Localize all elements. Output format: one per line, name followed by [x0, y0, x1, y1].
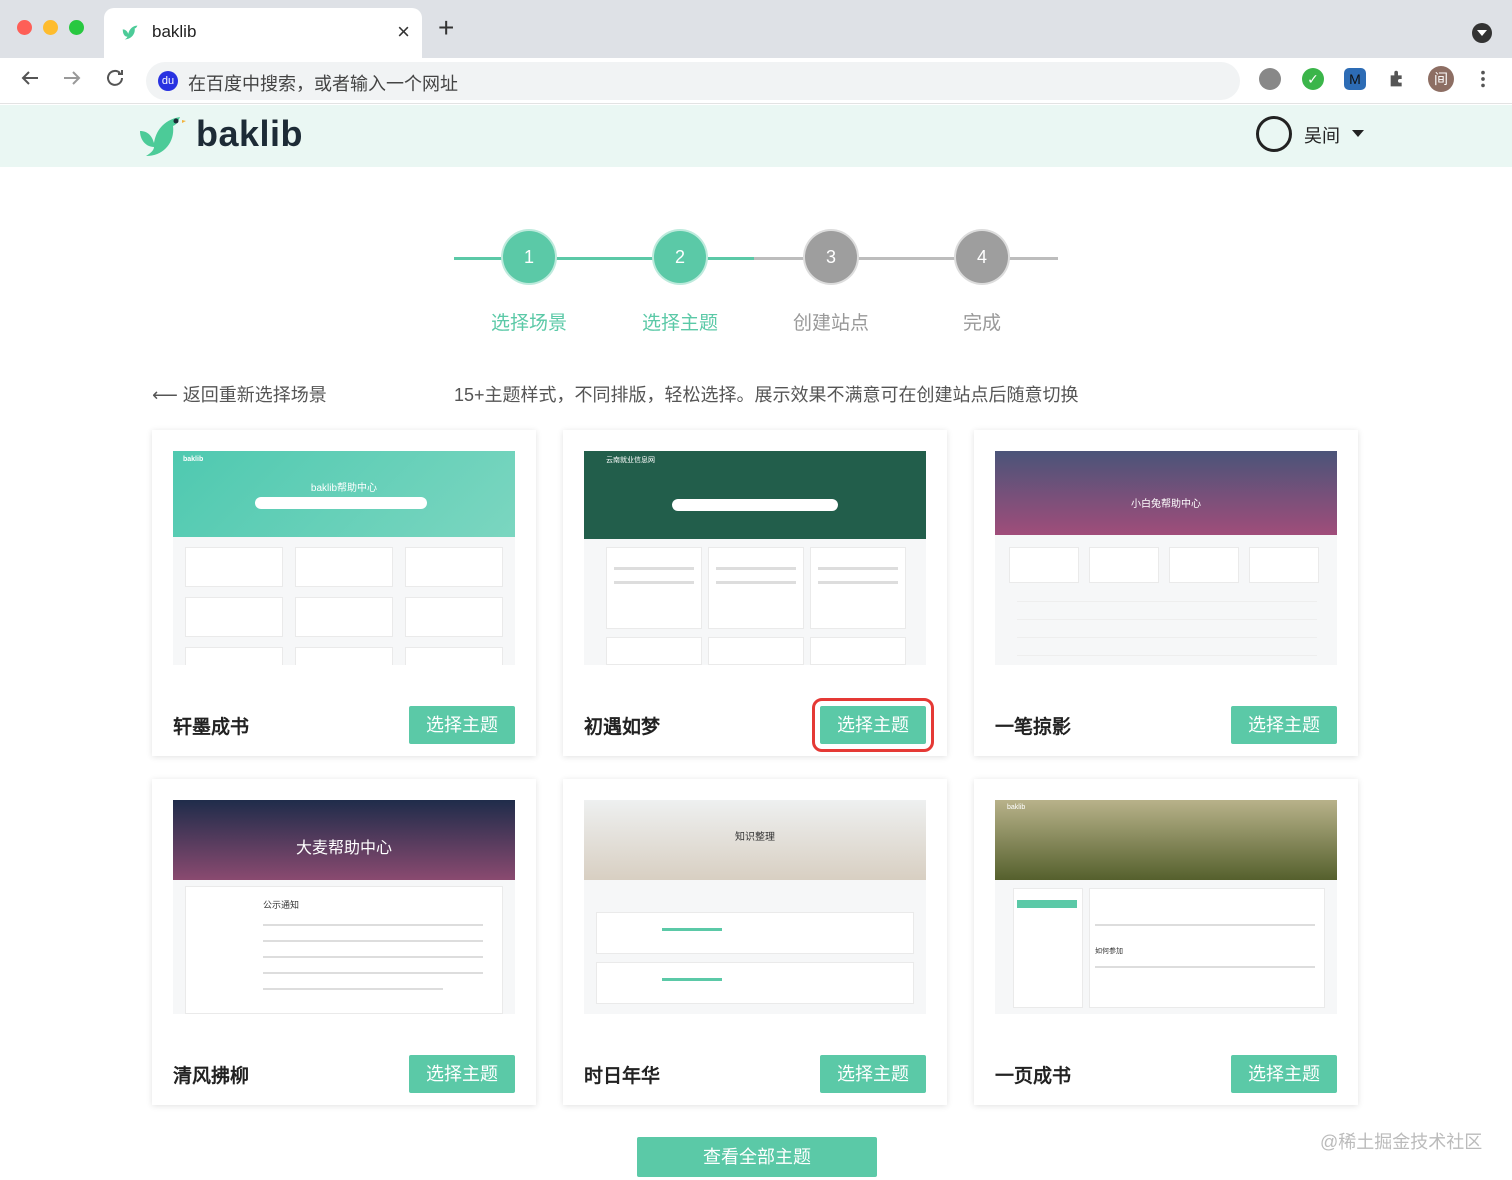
browser-tab-bar: baklib × +	[0, 0, 1512, 58]
theme-name: 一页成书	[995, 1066, 1072, 1087]
select-theme-button[interactable]: 选择主题	[1231, 1055, 1337, 1093]
forward-arrow-icon[interactable]	[60, 66, 84, 90]
user-avatar[interactable]	[1256, 116, 1292, 152]
tab-title: baklib	[152, 22, 197, 41]
theme-name: 清风拂柳	[173, 1066, 250, 1087]
theme-preview: baklib baklib帮助中心	[173, 451, 515, 665]
theme-name: 时日年华	[584, 1066, 661, 1087]
preview-title: baklib帮助中心	[310, 483, 378, 494]
step-circle-3: 3	[805, 231, 857, 283]
step-label-3: 创建站点	[792, 313, 869, 334]
theme-card: 云南就业信息网 初遇如梦 选择主题	[563, 430, 947, 756]
preview-brand: baklib	[1007, 804, 1026, 811]
select-theme-button[interactable]: 选择主题	[812, 698, 934, 752]
preview-title: 云南就业信息网	[606, 457, 655, 464]
back-arrow-icon[interactable]	[18, 66, 42, 90]
theme-preview: 云南就业信息网	[584, 451, 926, 665]
back-to-scene-link[interactable]: ⟵ 返回重新选择场景	[152, 381, 327, 407]
app-header: baklib 吴间	[0, 105, 1512, 167]
preview-title: 小白兔帮助中心	[1131, 499, 1201, 510]
theme-card: 大麦帮助中心 公示通知 清风拂柳 选择主题	[152, 779, 536, 1105]
maximize-window-button[interactable]	[69, 20, 84, 35]
preview-subtitle: 公示通知	[263, 900, 300, 910]
bird-icon	[122, 25, 138, 40]
logo-text[interactable]: baklib	[196, 113, 303, 155]
browser-tab[interactable]: baklib ×	[104, 8, 422, 58]
theme-preview: 知识整理	[584, 800, 926, 1014]
profile-avatar[interactable]: 间	[1428, 66, 1454, 92]
theme-card: baklib 如何参加 一页成书 选择主题	[974, 779, 1358, 1105]
step-label-1: 选择场景	[490, 313, 567, 334]
caret-down-icon[interactable]	[1352, 130, 1364, 137]
puzzle-extensions-icon[interactable]	[1387, 68, 1409, 90]
select-theme-button[interactable]: 选择主题	[409, 706, 515, 744]
preview-title: 如何参加	[1095, 948, 1123, 955]
address-placeholder: 在百度中搜索，或者输入一个网址	[188, 74, 458, 94]
theme-name: 初遇如梦	[584, 717, 661, 738]
theme-preview: 小白兔帮助中心	[995, 451, 1337, 665]
more-menu-icon[interactable]	[1472, 68, 1494, 90]
address-bar[interactable]: du 在百度中搜索，或者输入一个网址	[146, 62, 1240, 100]
theme-name: 一笔掠影	[995, 717, 1072, 738]
tab-close-icon[interactable]: ×	[397, 19, 410, 45]
check-extension-icon[interactable]: ✓	[1302, 68, 1324, 90]
select-theme-button[interactable]: 选择主题	[1231, 706, 1337, 744]
m-extension-icon[interactable]: M	[1344, 68, 1366, 90]
theme-hint-text: 15+主题样式，不同排版，轻松选择。展示效果不满意可在创建站点后随意切换	[454, 385, 1079, 405]
step-line-done	[454, 257, 754, 260]
minimize-window-button[interactable]	[43, 20, 58, 35]
step-circle-4: 4	[956, 231, 1008, 283]
close-window-button[interactable]	[17, 20, 32, 35]
theme-card: 小白兔帮助中心 一笔掠影 选择主题	[974, 430, 1358, 756]
preview-title: 大麦帮助中心	[295, 840, 392, 857]
user-name[interactable]: 吴间	[1304, 122, 1340, 148]
preview-brand: baklib	[183, 456, 204, 463]
step-label-2: 选择主题	[641, 313, 718, 334]
select-theme-button[interactable]: 选择主题	[820, 1055, 926, 1093]
watermark: @稀土掘金技术社区	[1320, 1132, 1483, 1152]
view-all-themes-button[interactable]: 查看全部主题	[637, 1137, 877, 1177]
reload-icon[interactable]	[103, 66, 127, 90]
baklib-logo-icon[interactable]	[138, 111, 186, 161]
globe-extension-icon[interactable]	[1259, 68, 1281, 90]
theme-preview: 大麦帮助中心 公示通知	[173, 800, 515, 1014]
theme-name: 轩墨成书	[173, 717, 250, 738]
step-line-todo	[754, 257, 1058, 260]
theme-card: 知识整理 时日年华 选择主题	[563, 779, 947, 1105]
step-circle-2: 2	[654, 231, 706, 283]
baidu-paw-icon: du	[158, 71, 178, 91]
theme-card: baklib baklib帮助中心 轩墨成书 选择主题	[152, 430, 536, 756]
step-circle-1: 1	[503, 231, 555, 283]
select-theme-button[interactable]: 选择主题	[409, 1055, 515, 1093]
new-tab-button[interactable]: +	[438, 14, 454, 42]
preview-title: 知识整理	[735, 832, 775, 843]
tab-search-icon[interactable]	[1472, 23, 1492, 43]
browser-toolbar: du 在百度中搜索，或者输入一个网址 ✓ M 间	[0, 58, 1512, 104]
theme-preview: baklib 如何参加	[995, 800, 1337, 1014]
step-label-4: 完成	[962, 313, 1001, 334]
